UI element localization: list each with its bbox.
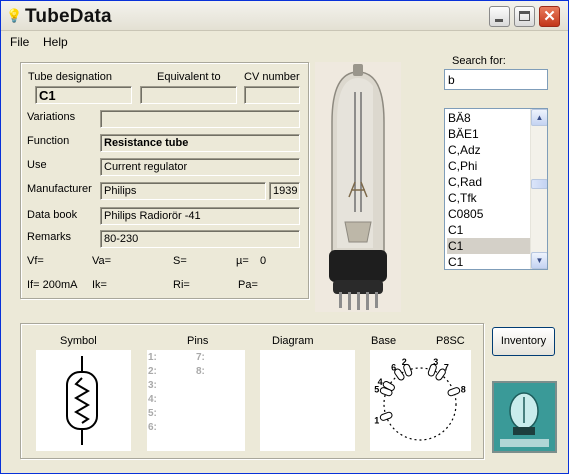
manufacturer-label: Manufacturer (27, 183, 92, 195)
list-item[interactable]: C,Tfk (447, 190, 532, 206)
list-item[interactable]: BÄ8 (447, 110, 532, 126)
data-book-label: Data book (27, 209, 78, 221)
pin-label: 7: (196, 352, 205, 363)
ri-label: Ri= (173, 279, 190, 291)
scroll-down-icon[interactable]: ▼ (531, 252, 547, 269)
data-book-field[interactable]: Philips Radiorör -41 (100, 207, 300, 225)
mu-value: 0 (260, 255, 267, 267)
diagram-panel (260, 350, 355, 451)
resistor-symbol (66, 356, 98, 445)
remarks-label: Remarks (27, 231, 72, 243)
scroll-thumb[interactable] (531, 179, 547, 189)
pin-label: 4: (148, 394, 157, 405)
tube-photo (315, 62, 401, 312)
menu-file[interactable]: File (10, 35, 29, 49)
variations-label: Variations (27, 111, 76, 123)
search-input[interactable] (444, 69, 548, 90)
search-label: Search for: (452, 55, 506, 67)
pin-label: 5: (148, 408, 157, 419)
title-bar[interactable]: 💡 TubeData ✕ (1, 1, 568, 31)
list-item[interactable]: C,Phi (447, 158, 532, 174)
symbol-header: Symbol (60, 335, 97, 347)
scroll-up-icon[interactable]: ▲ (531, 109, 547, 126)
list-item[interactable]: BÄE1 (447, 126, 532, 142)
tubedata-logo (492, 381, 557, 453)
minimize-button[interactable] (489, 6, 510, 27)
lightbulb-icon: 💡 (6, 8, 23, 23)
logo-icon (494, 383, 555, 451)
variations-field[interactable] (100, 110, 300, 128)
base-pin-number: 1 (374, 416, 379, 426)
base-pin-number: 8 (461, 384, 466, 394)
ik-label: Ik= (92, 279, 107, 291)
use-field[interactable]: Current regulator (100, 158, 300, 176)
minimize-icon (495, 19, 503, 22)
inventory-button[interactable]: Inventory (492, 327, 555, 356)
list-item[interactable]: C0805 (447, 206, 532, 222)
remarks-field[interactable]: 80-230 (100, 230, 300, 248)
menu-help[interactable]: Help (43, 35, 68, 49)
pins-panel: 1: 2: 3: 4: 5: 6: 7: 8: (147, 350, 245, 451)
designation-field[interactable]: C1 (35, 86, 132, 104)
pa-label: Pa= (238, 279, 258, 291)
manufacturer-field[interactable]: Philips (100, 182, 266, 200)
list-item[interactable]: C,Adz (447, 142, 532, 158)
mu-label: µ= (236, 255, 249, 267)
symbol-panel (36, 350, 131, 451)
base-pin-number: 2 (402, 357, 407, 367)
pin-label: 6: (148, 422, 157, 433)
pin-label: 3: (148, 380, 157, 391)
s-label: S= (173, 255, 187, 267)
tubedata-window: 💡 TubeData ✕ File Help Tube designation … (0, 0, 569, 474)
base-outline (383, 367, 457, 441)
function-field[interactable]: Resistance tube (100, 134, 300, 152)
menu-bar: File Help (1, 32, 568, 52)
use-label: Use (27, 159, 47, 171)
designation-header: Tube designation (28, 71, 112, 83)
base-type: P8SC (436, 335, 465, 347)
year-field[interactable]: 1939 (269, 182, 300, 200)
list-item[interactable]: C1 (447, 238, 532, 254)
base-pin (447, 387, 461, 397)
function-label: Function (27, 135, 70, 147)
tube-list[interactable]: BÄ8 BÄE1 C,Adz C,Phi C,Rad C,Tfk C0805 C1 C1 C1 ▲… (444, 108, 548, 270)
base-pin (379, 411, 393, 421)
maximize-button[interactable] (514, 6, 535, 27)
if-label: If= 200mA (27, 279, 78, 291)
tube-photo-svg (315, 62, 401, 312)
list-item[interactable]: C1 (447, 254, 532, 269)
pins-header: Pins (187, 335, 209, 347)
pin-label: 8: (196, 366, 205, 377)
window-title: TubeData (25, 6, 112, 27)
vf-label: Vf= (27, 255, 44, 267)
base-diagram: 324156 78 (374, 357, 466, 441)
equivalent-field[interactable] (140, 86, 237, 104)
list-scrollbar[interactable]: ▲ ▼ (530, 109, 547, 269)
base-pin-number: 6 (391, 362, 396, 372)
list-item[interactable]: C,Rad (447, 174, 532, 190)
base-pin-number: 3 (433, 357, 438, 367)
maximize-icon (519, 11, 530, 21)
base-pin-number: 5 (374, 384, 379, 394)
equivalent-header: Equivalent to (157, 71, 221, 83)
base-header: Base (371, 335, 397, 347)
close-button[interactable]: ✕ (539, 6, 560, 27)
va-label: Va= (92, 255, 112, 267)
base-panel: 32415678 (370, 350, 471, 451)
close-icon: ✕ (543, 8, 556, 25)
list-item[interactable]: C1 (447, 222, 532, 238)
base-pin-number: 7 (444, 362, 449, 372)
cv-number-field[interactable] (244, 86, 300, 104)
cv-header: CV number (244, 71, 300, 83)
diagram-header: Diagram (272, 335, 314, 347)
pin-label: 1: (148, 352, 157, 363)
pin-label: 2: (148, 366, 157, 377)
